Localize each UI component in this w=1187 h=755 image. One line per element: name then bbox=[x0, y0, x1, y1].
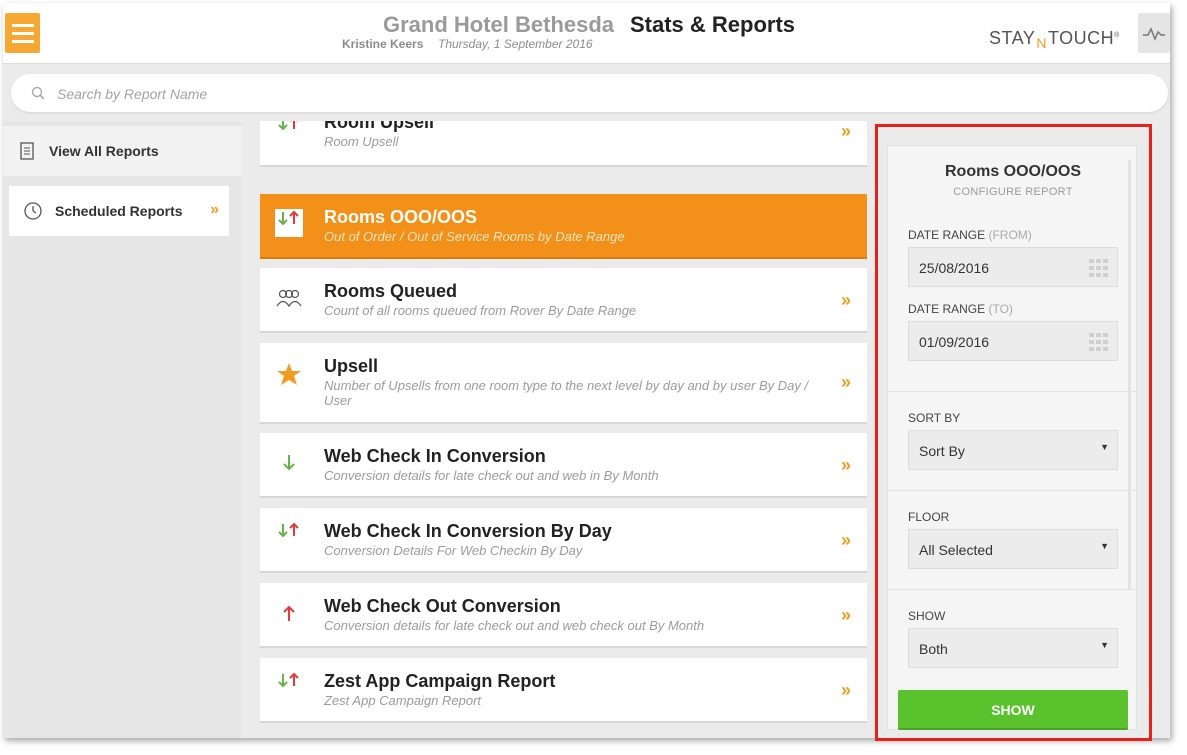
chevron-right-icon: » bbox=[210, 201, 219, 218]
up-down-arrows-icon bbox=[275, 209, 303, 237]
chevron-right-icon: » bbox=[840, 290, 851, 310]
report-title: Room Upsell bbox=[324, 121, 435, 132]
report-description: Count of all rooms queued from Rover By … bbox=[324, 303, 637, 318]
report-title: Web Check In Conversion bbox=[324, 446, 546, 466]
report-card-zest-app-campaign[interactable]: Zest App Campaign Report Zest App Campai… bbox=[260, 658, 867, 723]
report-card-rooms-ooo-oos[interactable]: Rooms OOO/OOS Out of Order / Out of Serv… bbox=[260, 194, 867, 259]
up-down-arrows-icon bbox=[278, 522, 299, 538]
down-arrow-icon bbox=[283, 455, 295, 471]
highlight-box bbox=[875, 124, 1152, 741]
up-down-arrows-icon bbox=[278, 121, 298, 131]
report-description: Conversion details for late check out an… bbox=[324, 468, 659, 483]
chevron-right-icon: » bbox=[840, 680, 851, 700]
report-card-web-check-in-conversion[interactable]: Web Check In Conversion Conversion detai… bbox=[260, 433, 867, 498]
hamburger-menu-icon[interactable] bbox=[5, 13, 40, 53]
search-input[interactable] bbox=[55, 81, 1059, 107]
report-description: Zest App Campaign Report bbox=[324, 693, 482, 708]
star-icon bbox=[277, 363, 301, 385]
left-sidebar: View All Reports Scheduled Reports » bbox=[3, 121, 241, 738]
report-title: Rooms Queued bbox=[324, 281, 458, 301]
search-icon bbox=[31, 86, 45, 100]
report-description: Out of Order / Out of Service Rooms by D… bbox=[324, 229, 625, 244]
report-card-room-upsell[interactable]: Room Upsell Room Upsell » bbox=[260, 121, 867, 167]
chevron-right-icon: » bbox=[840, 121, 851, 141]
chevron-right-icon: » bbox=[840, 455, 851, 475]
report-title: Upsell bbox=[324, 356, 379, 376]
people-icon bbox=[276, 289, 302, 308]
report-title: Web Check In Conversion By Day bbox=[324, 521, 612, 541]
report-card-upsell[interactable]: Upsell Number of Upsells from one room t… bbox=[260, 343, 867, 424]
report-title: Web Check Out Conversion bbox=[324, 596, 561, 616]
report-title: Rooms OOO/OOS bbox=[324, 207, 478, 227]
user-name: Kristine Keers bbox=[342, 37, 424, 51]
sidebar-item-view-all-reports[interactable]: View All Reports bbox=[3, 126, 241, 176]
report-description: Conversion details for late check out an… bbox=[324, 618, 705, 633]
up-down-arrows-icon bbox=[278, 672, 299, 688]
document-icon bbox=[20, 142, 34, 160]
sidebar-item-scheduled-reports[interactable]: Scheduled Reports » bbox=[9, 186, 229, 236]
header: Grand Hotel Bethesda Stats & Reports Kri… bbox=[3, 3, 1170, 64]
sidebar-item-label: Scheduled Reports bbox=[55, 203, 183, 219]
report-description: Room Upsell bbox=[324, 134, 399, 149]
clock-icon bbox=[24, 202, 42, 220]
report-title: Zest App Campaign Report bbox=[324, 671, 556, 691]
report-card-web-check-in-conversion-by-day[interactable]: Web Check In Conversion By Day Conversio… bbox=[260, 508, 867, 573]
report-list: Room Upsell Room Upsell » Rooms OOO/OOS … bbox=[241, 121, 876, 738]
hotel-name: Grand Hotel Bethesda bbox=[383, 12, 615, 37]
activity-pulse-icon[interactable] bbox=[1138, 13, 1170, 53]
report-card-rooms-queued[interactable]: Rooms Queued Count of all rooms queued f… bbox=[260, 268, 867, 333]
business-date: Thursday, 1 September 2016 bbox=[438, 37, 593, 51]
chevron-right-icon: » bbox=[840, 372, 851, 392]
report-card-web-check-out-conversion[interactable]: Web Check Out Conversion Conversion deta… bbox=[260, 583, 867, 648]
sidebar-item-label: View All Reports bbox=[49, 143, 159, 159]
chevron-right-icon: » bbox=[840, 530, 851, 550]
up-arrow-icon bbox=[283, 605, 295, 621]
stayntouch-logo: STAYNTOUCH® bbox=[989, 28, 1120, 51]
search-bar[interactable] bbox=[11, 74, 1168, 112]
chevron-right-icon: » bbox=[840, 605, 851, 625]
page-title: Stats & Reports bbox=[630, 12, 796, 37]
report-description: Conversion Details For Web Checkin By Da… bbox=[324, 543, 583, 558]
report-description: Number of Upsells from one room type to … bbox=[324, 378, 809, 408]
